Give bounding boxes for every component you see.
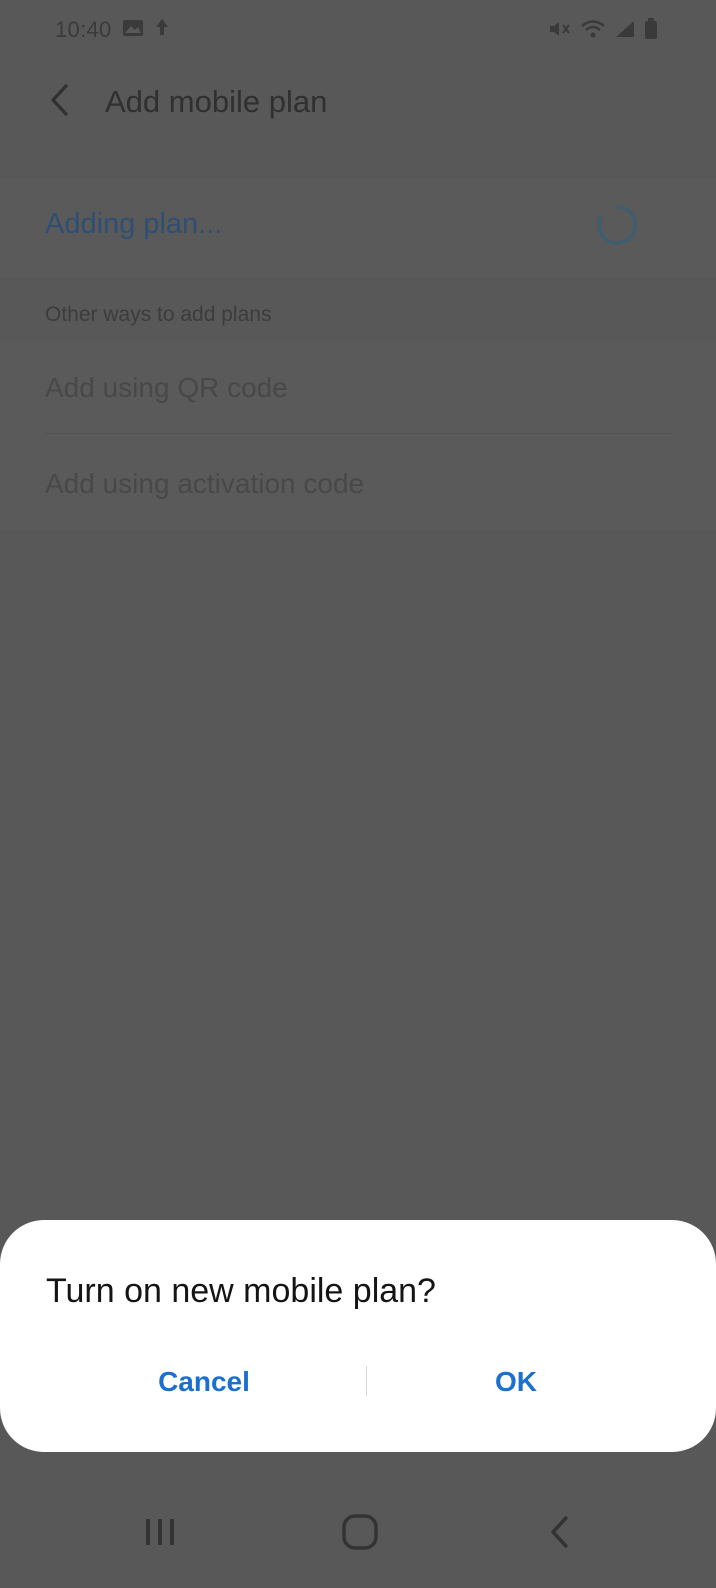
back-button[interactable] (38, 80, 82, 124)
status-right-icons (548, 18, 658, 40)
progress-spinner-icon (596, 204, 638, 246)
wifi-icon (580, 19, 606, 39)
app-bar: Add mobile plan (0, 70, 716, 134)
home-icon (340, 1512, 380, 1557)
page-title: Add mobile plan (105, 84, 328, 119)
add-activation-code-option[interactable]: Add using activation code (45, 468, 364, 500)
recents-button[interactable] (130, 1504, 190, 1564)
mute-icon (548, 19, 572, 39)
options-card: Add using QR code Add using activation c… (0, 340, 716, 530)
status-bar: 10:40 (0, 0, 716, 60)
image-icon (122, 18, 144, 38)
divider (45, 433, 671, 434)
adding-plan-card: Adding plan... (0, 178, 716, 278)
home-button[interactable] (330, 1504, 390, 1564)
navigation-bar (0, 1480, 716, 1580)
nav-back-button[interactable] (530, 1504, 590, 1564)
add-qr-code-option[interactable]: Add using QR code (45, 372, 288, 404)
status-time: 10:40 (55, 17, 112, 42)
ok-button[interactable]: OK (366, 1352, 666, 1412)
signal-icon (614, 19, 636, 39)
battery-icon (644, 18, 658, 40)
adding-plan-label: Adding plan... (45, 208, 223, 240)
dialog-title: Turn on new mobile plan? (46, 1272, 436, 1310)
upload-icon (154, 18, 170, 38)
status-left-icons (122, 18, 170, 38)
chevron-left-icon (48, 83, 72, 122)
back-icon (546, 1514, 574, 1555)
confirm-dialog: Turn on new mobile plan? Cancel OK (0, 1220, 716, 1452)
section-header: Other ways to add plans (45, 303, 272, 326)
recents-icon (142, 1516, 178, 1553)
cancel-button[interactable]: Cancel (54, 1352, 354, 1412)
